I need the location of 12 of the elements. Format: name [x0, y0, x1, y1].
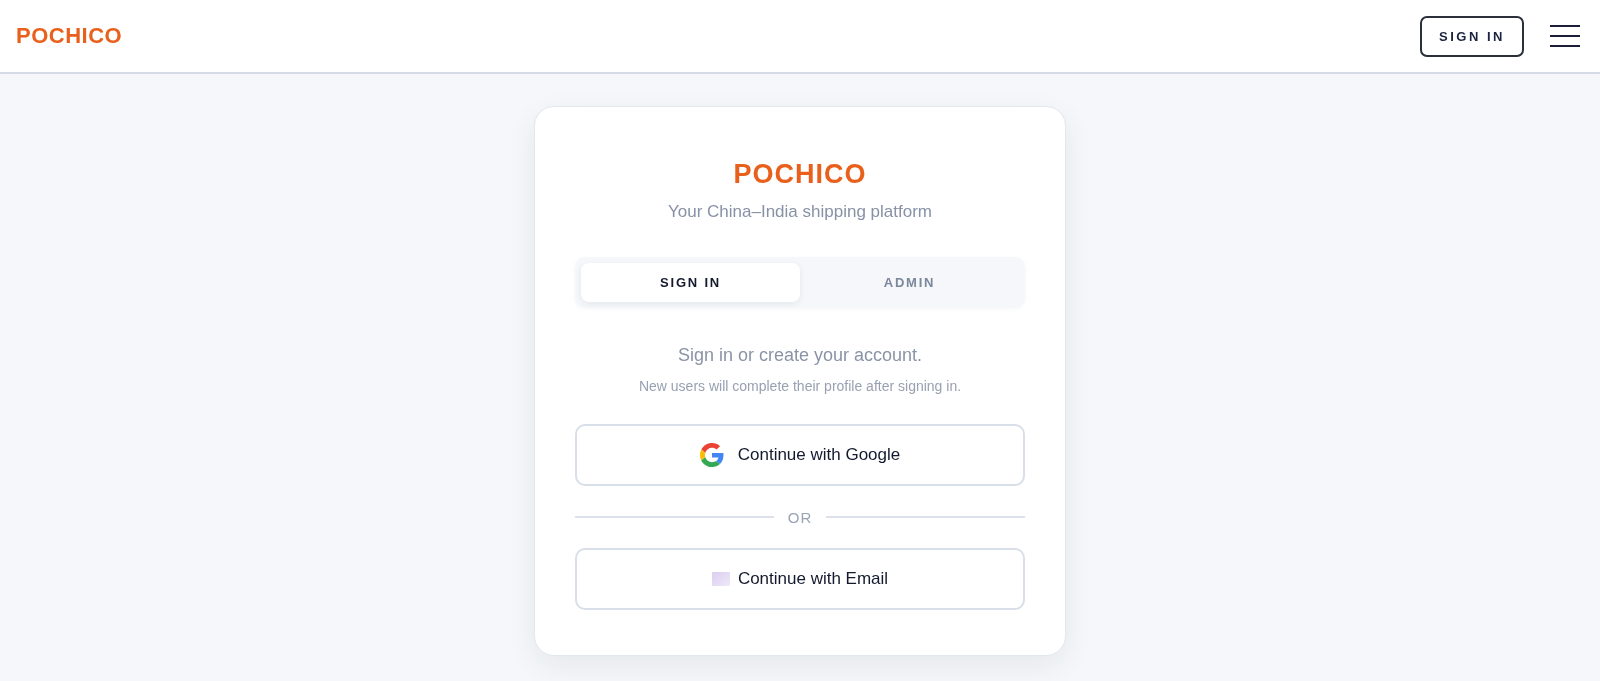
- google-button[interactable]: Continue with Google: [575, 424, 1025, 486]
- menu-icon[interactable]: [1550, 25, 1580, 47]
- note: New users will complete their profile after signing in.: [638, 377, 962, 396]
- heading: Sign in or create your account.: [677, 344, 923, 367]
- card-logo: POCHICO: [733, 158, 867, 190]
- email-button[interactable]: Continue with Email: [575, 548, 1025, 610]
- tagline: Your China–India shipping platform: [668, 201, 932, 223]
- google-logo-icon: [699, 443, 724, 467]
- or-label: OR: [787, 508, 813, 526]
- tab[interactable]: SIGN IN: [581, 263, 800, 302]
- sign-in-button[interactable]: SIGN IN: [1420, 15, 1524, 57]
- envelope-icon: [711, 572, 730, 586]
